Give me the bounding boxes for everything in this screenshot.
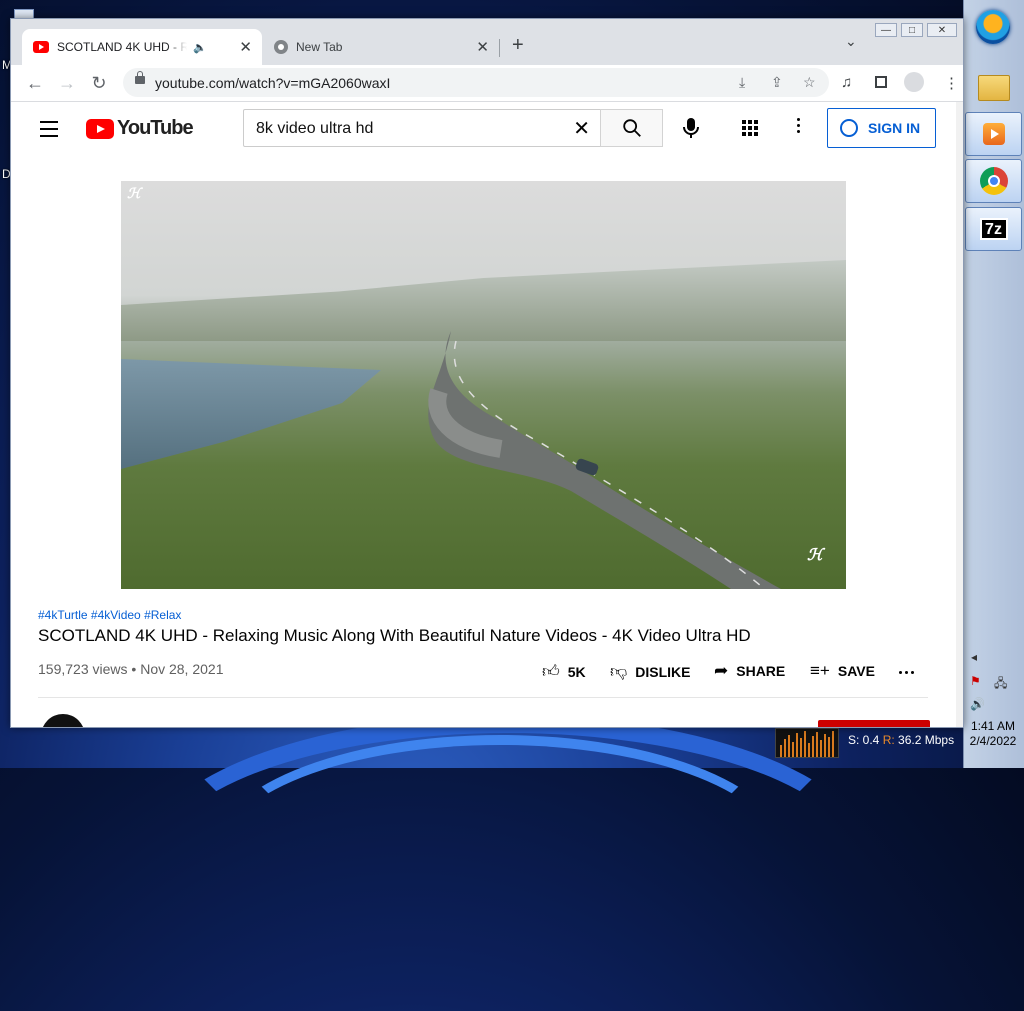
upload-date: Nov 28, 2021 [140,661,224,677]
start-button[interactable] [976,10,1010,44]
profile-icon[interactable] [904,72,924,92]
back-arrow-icon[interactable]: ← [23,71,47,95]
dislike-button[interactable]: 👎︎ DISLIKE [610,661,691,682]
chrome-icon [979,167,1008,195]
clock-time: 1:41 AM [970,719,1016,733]
address-bar[interactable]: youtube.com/watch?v=mGA2060waxI ⤓ ⇪ ☆ [123,68,829,97]
tab-search-icon[interactable]: ⌄ [845,33,857,50]
volume-icon[interactable]: 🔊 [970,697,985,711]
7zip-icon: 7z [979,218,1008,240]
bookmark-star-icon[interactable]: ☆ [803,74,816,91]
tab-title: SCOTLAND 4K UHD - Relaxing Music [57,40,187,54]
tab-new-tab[interactable]: New Tab ✕ [263,29,499,65]
video-player[interactable]: ℋ ℋ [121,181,846,589]
scrollbar[interactable] [956,102,963,727]
net-receive-label: R: [882,733,895,747]
browser-window: — □ ✕ SCOTLAND 4K UHD - Relaxing Music 🔈… [10,18,964,728]
clock-date: 2/4/2022 [969,734,1017,748]
sign-in-button[interactable]: SIGN IN [827,108,936,148]
save-label: SAVE [837,663,875,679]
watermark-icon: ℋ [807,547,823,564]
sign-in-label: SIGN IN [868,120,921,136]
network-icon[interactable]: 🖧 [994,674,1007,695]
channel-avatar[interactable] [41,714,85,727]
url-text[interactable]: youtube.com/watch?v=mGA2060waxI [155,75,390,91]
search-icon [622,119,641,137]
forward-arrow-icon[interactable]: → [55,71,79,95]
folder-icon [977,75,1010,101]
chrome-favicon-icon [274,40,288,54]
network-speed: S: 0.4 R: 36.2 Mbps [848,733,954,747]
youtube-header: YouTube 8k video ultra hd ✕ SIGN IN [11,102,963,158]
install-icon[interactable]: ⤓ [739,74,745,91]
save-button[interactable]: ≡+ SAVE [810,661,875,681]
youtube-logo-icon[interactable] [86,119,114,139]
settings-more-icon[interactable] [797,118,801,136]
net-send: S: 0.4 [848,733,880,747]
close-window-button[interactable]: ✕ [927,23,957,37]
side-panel-icon[interactable] [875,76,887,88]
lock-icon[interactable] [135,71,145,84]
thumbs-down-icon: 👎︎ [610,662,628,681]
new-tab-button[interactable]: + [512,33,524,57]
close-tab-icon[interactable]: ✕ [476,38,489,56]
media-control-icon[interactable]: ♫ [841,74,852,91]
more-actions-icon[interactable] [899,671,914,674]
action-center-icon[interactable]: ⚑ [970,674,981,688]
clear-search-icon[interactable]: ✕ [573,116,590,141]
wallpaper-wave [210,735,790,975]
tab-title: New Tab [296,40,343,54]
browser-toolbar: ← → ↻ youtube.com/watch?v=mGA2060waxI ⤓ … [11,65,963,102]
playlist-add-icon: ≡+ [810,661,830,680]
share-label: SHARE [736,663,786,679]
chrome-menu-icon[interactable]: ⋮ [944,74,959,92]
search-query[interactable]: 8k video ultra hd [256,120,373,138]
share-button[interactable]: ➦ SHARE [714,661,785,681]
dislike-label: DISLIKE [635,663,691,680]
tab-separator [499,39,500,57]
close-tab-icon[interactable]: ✕ [239,38,252,56]
speaker-icon[interactable]: 🔈 [193,41,207,54]
video-title: SCOTLAND 4K UHD - Relaxing Music Along W… [38,626,751,645]
menu-icon[interactable] [40,121,58,142]
video-stats: 159,723 views • Nov 28, 2021 [38,661,224,677]
restore-button[interactable]: □ [901,23,923,37]
tab-strip: — □ ✕ SCOTLAND 4K UHD - Relaxing Music 🔈… [11,19,963,65]
taskbar-explorer[interactable] [965,66,1022,110]
taskbar-chrome[interactable] [965,159,1022,203]
youtube-logo-text[interactable]: YouTube [117,117,194,140]
share-arrow-icon: ➦ [714,661,729,680]
network-graph [775,728,839,758]
divider [38,697,928,698]
view-count: 159,723 views [38,661,128,677]
video-hashtags[interactable]: #4kTurtle #4kVideo #Relax [38,608,181,622]
taskbar-media-player[interactable] [965,112,1022,156]
media-player-icon [982,123,1005,145]
minimize-button[interactable]: — [875,23,897,37]
subscribe-button[interactable] [818,720,930,727]
video-road [428,331,781,589]
like-button[interactable]: 👍︎ 5K [542,661,586,682]
tab-youtube[interactable]: SCOTLAND 4K UHD - Relaxing Music 🔈 ✕ [22,29,262,65]
clock[interactable]: 1:41 AM 2/4/2022 [966,719,1020,749]
share-icon[interactable]: ⇪ [771,74,783,91]
account-icon [840,119,858,137]
like-count: 5K [567,663,586,680]
thumbs-up-icon: 👍︎ [542,662,560,681]
tray-expand-icon[interactable]: ◂ [971,650,977,664]
stats-separator: • [131,661,137,677]
microphone-icon[interactable] [681,116,701,140]
net-receive-value: 36.2 Mbps [898,733,955,747]
youtube-favicon-icon [33,41,49,53]
watermark-icon: ℋ [127,185,141,201]
search-input[interactable]: 8k video ultra hd ✕ [243,109,601,147]
apps-grid-icon[interactable] [742,120,758,136]
search-button[interactable] [600,109,663,147]
taskbar-7zip[interactable]: 7z [965,207,1022,251]
reload-icon[interactable]: ↻ [87,71,111,95]
